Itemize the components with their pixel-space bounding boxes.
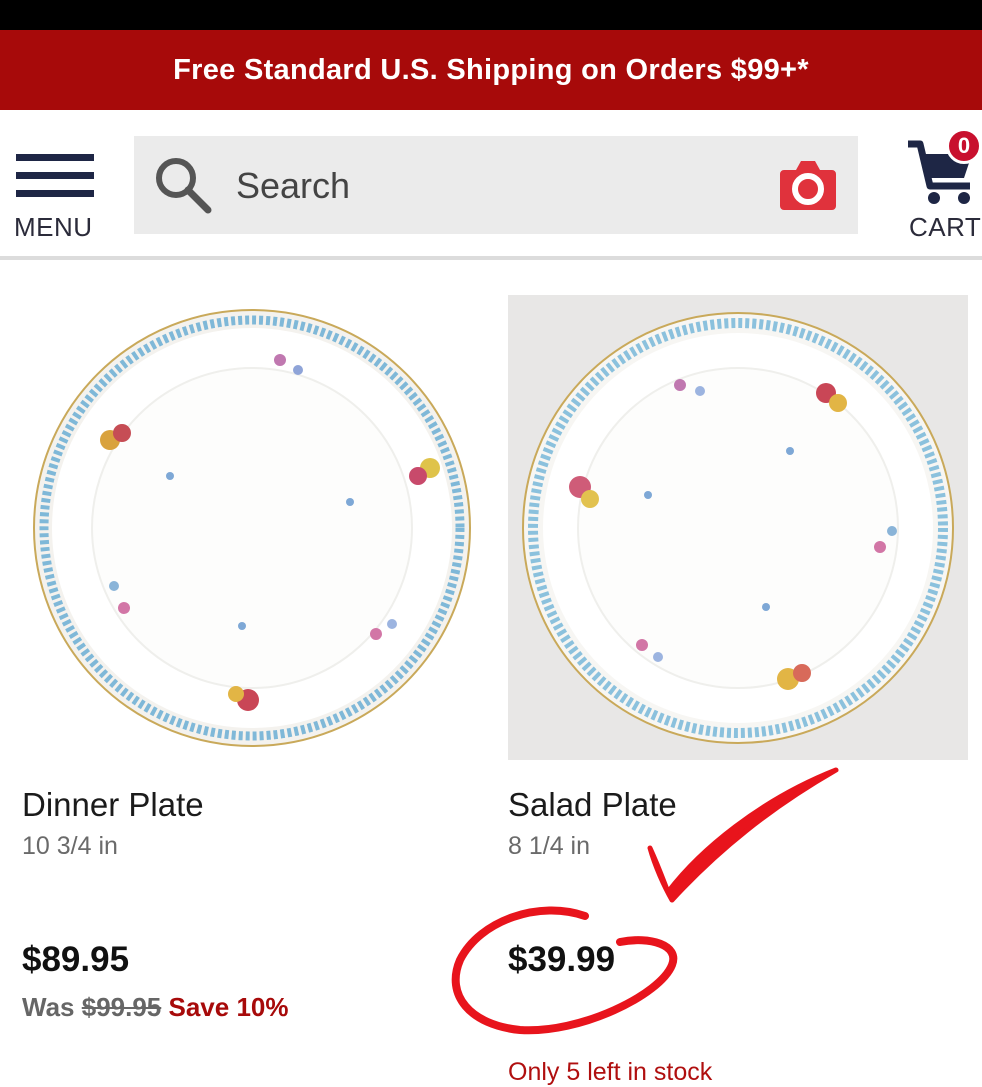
product-price: $89.95 xyxy=(22,940,130,979)
search-input[interactable] xyxy=(234,156,758,216)
menu-label: MENU xyxy=(14,212,93,242)
header-divider xyxy=(0,256,982,260)
stock-availability: Only 5 left in stock xyxy=(508,1058,713,1086)
salad-plate-image[interactable] xyxy=(508,295,968,760)
search-icon xyxy=(156,158,212,214)
cart-count-badge: 0 xyxy=(946,128,982,164)
product-card-salad-plate[interactable]: Salad Plate 8 1/4 in $39.99 Only 5 left … xyxy=(506,290,976,1086)
product-name[interactable]: Salad Plate xyxy=(508,786,677,824)
dinner-plate-image[interactable] xyxy=(20,290,482,760)
camera-icon[interactable] xyxy=(778,156,838,212)
product-size: 10 3/4 in xyxy=(22,832,118,860)
hamburger-icon xyxy=(16,152,94,200)
product-price: $39.99 xyxy=(508,940,616,979)
was-price-line: Was $99.95 Save 10% xyxy=(22,992,288,1023)
product-size: 8 1/4 in xyxy=(508,832,591,860)
cart-label: CART xyxy=(909,212,982,242)
status-bar xyxy=(0,0,982,30)
original-price: $99.95 xyxy=(81,992,162,1022)
cart-button[interactable]: 0 CART xyxy=(900,126,982,246)
product-card-dinner-plate[interactable]: Dinner Plate 10 3/4 in $89.95 Was $99.95… xyxy=(20,290,490,1080)
was-label: Was xyxy=(22,992,75,1022)
product-name[interactable]: Dinner Plate xyxy=(22,786,204,824)
promo-text: Free Standard U.S. Shipping on Orders $9… xyxy=(173,53,809,86)
shipping-promo-banner[interactable]: Free Standard U.S. Shipping on Orders $9… xyxy=(0,30,982,110)
savings-text: Save 10% xyxy=(168,992,289,1022)
search-bar[interactable] xyxy=(134,136,858,234)
menu-button[interactable]: MENU xyxy=(12,150,102,245)
